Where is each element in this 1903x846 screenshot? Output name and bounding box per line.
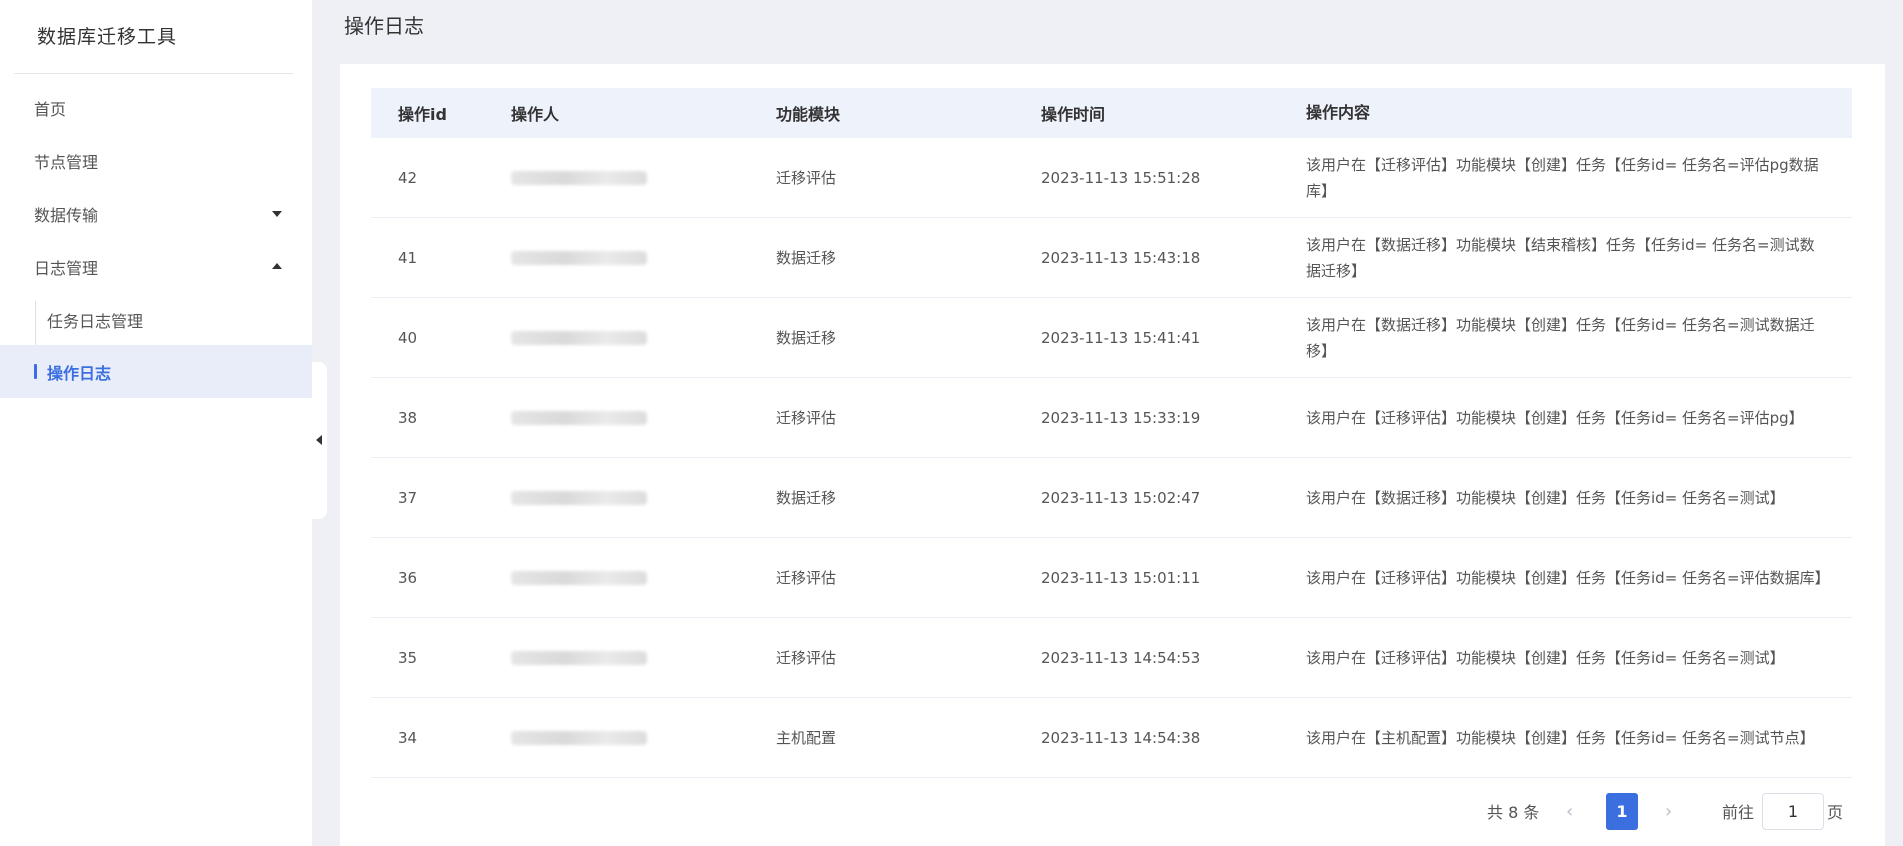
sidebar-item-label: 日志管理 [34,258,99,278]
table-row: 38 迁移评估 2023-11-13 15:33:19 该用户在【迁移评估】功能… [371,378,1852,458]
cell-time: 2023-11-13 15:33:19 [1041,408,1201,427]
column-header: 操作id [398,105,447,124]
cell-time: 2023-11-13 14:54:38 [1041,728,1201,747]
cell-module: 数据迁移 [776,489,837,507]
cell-module: 迁移评估 [776,649,837,667]
cell-module: 迁移评估 [776,169,837,187]
table-row: 40 数据迁移 2023-11-13 15:41:41 该用户在【数据迁移】功能… [371,298,1852,378]
redacted-operator [511,250,647,265]
cell-time: 2023-11-13 15:01:11 [1041,568,1201,587]
sidebar-item-nodes[interactable]: 节点管理 [0,134,312,187]
caret-up-icon [272,263,282,269]
cell-operator [503,570,768,585]
table-row: 42 迁移评估 2023-11-13 15:51:28 该用户在【迁移评估】功能… [371,138,1852,218]
cell-content: 该用户在【数据迁移】功能模块【结束稽核】任务【任务id= 任务名=测试数据迁移】 [1306,235,1815,280]
sidebar-item-label: 操作日志 [47,363,112,383]
cell-id: 36 [398,568,418,587]
page-button-current[interactable]: 1 [1606,793,1638,830]
column-header: 操作内容 [1306,103,1371,122]
cell-module: 主机配置 [776,729,837,747]
table-row: 36 迁移评估 2023-11-13 15:01:11 该用户在【迁移评估】功能… [371,538,1852,618]
pagination-total: 共 8 条 [1487,803,1540,822]
cell-id: 42 [398,168,418,187]
cell-time: 2023-11-13 14:54:53 [1041,648,1201,667]
sidebar-item-label: 任务日志管理 [47,311,144,331]
cell-id: 34 [398,728,418,747]
redacted-operator [511,170,647,185]
app-title: 数据库迁移工具 [37,26,178,48]
cell-module: 数据迁移 [776,329,837,347]
cell-operator [503,330,768,345]
redacted-operator [511,650,647,665]
cell-module: 迁移评估 [776,569,837,587]
cell-id: 35 [398,648,418,667]
cell-time: 2023-11-13 15:51:28 [1041,168,1201,187]
column-header: 操作时间 [1041,105,1106,124]
goto-suffix: 页 [1827,803,1844,822]
chevron-left-icon[interactable]: ‹ [1566,792,1573,830]
redacted-operator [511,730,647,745]
page-title: 操作日志 [344,14,424,38]
cell-content: 该用户在【迁移评估】功能模块【创建】任务【任务id= 任务名=评估pg数据库】 [1306,155,1819,200]
sidebar-item-home[interactable]: 首页 [0,81,312,134]
sidebar-item-label: 节点管理 [34,152,99,172]
redacted-operator [511,490,647,505]
cell-module: 数据迁移 [776,249,837,267]
table-row: 41 数据迁移 2023-11-13 15:43:18 该用户在【数据迁移】功能… [371,218,1852,298]
goto-label: 前往 [1722,803,1755,822]
cell-time: 2023-11-13 15:02:47 [1041,488,1201,507]
cell-operator [503,730,768,745]
active-indicator [34,364,37,379]
cell-operator [503,490,768,505]
collapse-sidebar-button[interactable] [312,362,327,519]
caret-down-icon [272,211,282,217]
cell-content: 该用户在【数据迁移】功能模块【创建】任务【任务id= 任务名=测试】 [1306,488,1785,507]
column-header: 操作人 [511,105,560,124]
cell-operator [503,650,768,665]
goto-page-input[interactable] [1762,793,1824,830]
table-row: 35 迁移评估 2023-11-13 14:54:53 该用户在【迁移评估】功能… [371,618,1852,698]
cell-content: 该用户在【迁移评估】功能模块【创建】任务【任务id= 任务名=测试】 [1306,648,1785,667]
table-header: 操作id 操作人 功能模块 操作时间 操作内容 [371,88,1852,138]
sidebar-item-label: 数据传输 [34,205,99,225]
column-header: 功能模块 [776,105,841,124]
table-row: 37 数据迁移 2023-11-13 15:02:47 该用户在【数据迁移】功能… [371,458,1852,538]
table-row: 34 主机配置 2023-11-13 14:54:38 该用户在【主机配置】功能… [371,698,1852,778]
sidebar-item-label: 首页 [34,99,67,119]
cell-content: 该用户在【主机配置】功能模块【创建】任务【任务id= 任务名=测试节点】 [1306,728,1815,747]
chevron-right-icon[interactable]: › [1665,792,1672,830]
cell-id: 40 [398,328,418,347]
cell-id: 38 [398,408,418,427]
redacted-operator [511,330,647,345]
sidebar: 数据库迁移工具 首页 节点管理 数据传输 日志管理 任务日志管理 操作日志 [0,0,312,846]
cell-operator [503,410,768,425]
sidebar-subitem-task-log[interactable]: 任务日志管理 [0,293,312,346]
cell-content: 该用户在【数据迁移】功能模块【创建】任务【任务id= 任务名=测试数据迁移】 [1306,315,1815,360]
sidebar-item-data-transfer[interactable]: 数据传输 [0,187,312,240]
sidebar-item-log-management[interactable]: 日志管理 [0,240,312,293]
cell-operator [503,250,768,265]
cell-content: 该用户在【迁移评估】功能模块【创建】任务【任务id= 任务名=评估pg】 [1306,408,1804,427]
cell-module: 迁移评估 [776,409,837,427]
redacted-operator [511,410,647,425]
cell-id: 37 [398,488,418,507]
cell-time: 2023-11-13 15:43:18 [1041,248,1201,267]
cell-content: 该用户在【迁移评估】功能模块【创建】任务【任务id= 任务名=评估数据库】 [1306,568,1830,587]
redacted-operator [511,570,647,585]
cell-operator [503,170,768,185]
sidebar-subitem-operation-log[interactable]: 操作日志 [0,345,312,398]
cell-id: 41 [398,248,418,267]
operation-log-table: 操作id 操作人 功能模块 操作时间 操作内容 42 迁移评估 2023-11-… [371,88,1852,778]
divider [14,73,293,74]
cell-time: 2023-11-13 15:41:41 [1041,328,1201,347]
